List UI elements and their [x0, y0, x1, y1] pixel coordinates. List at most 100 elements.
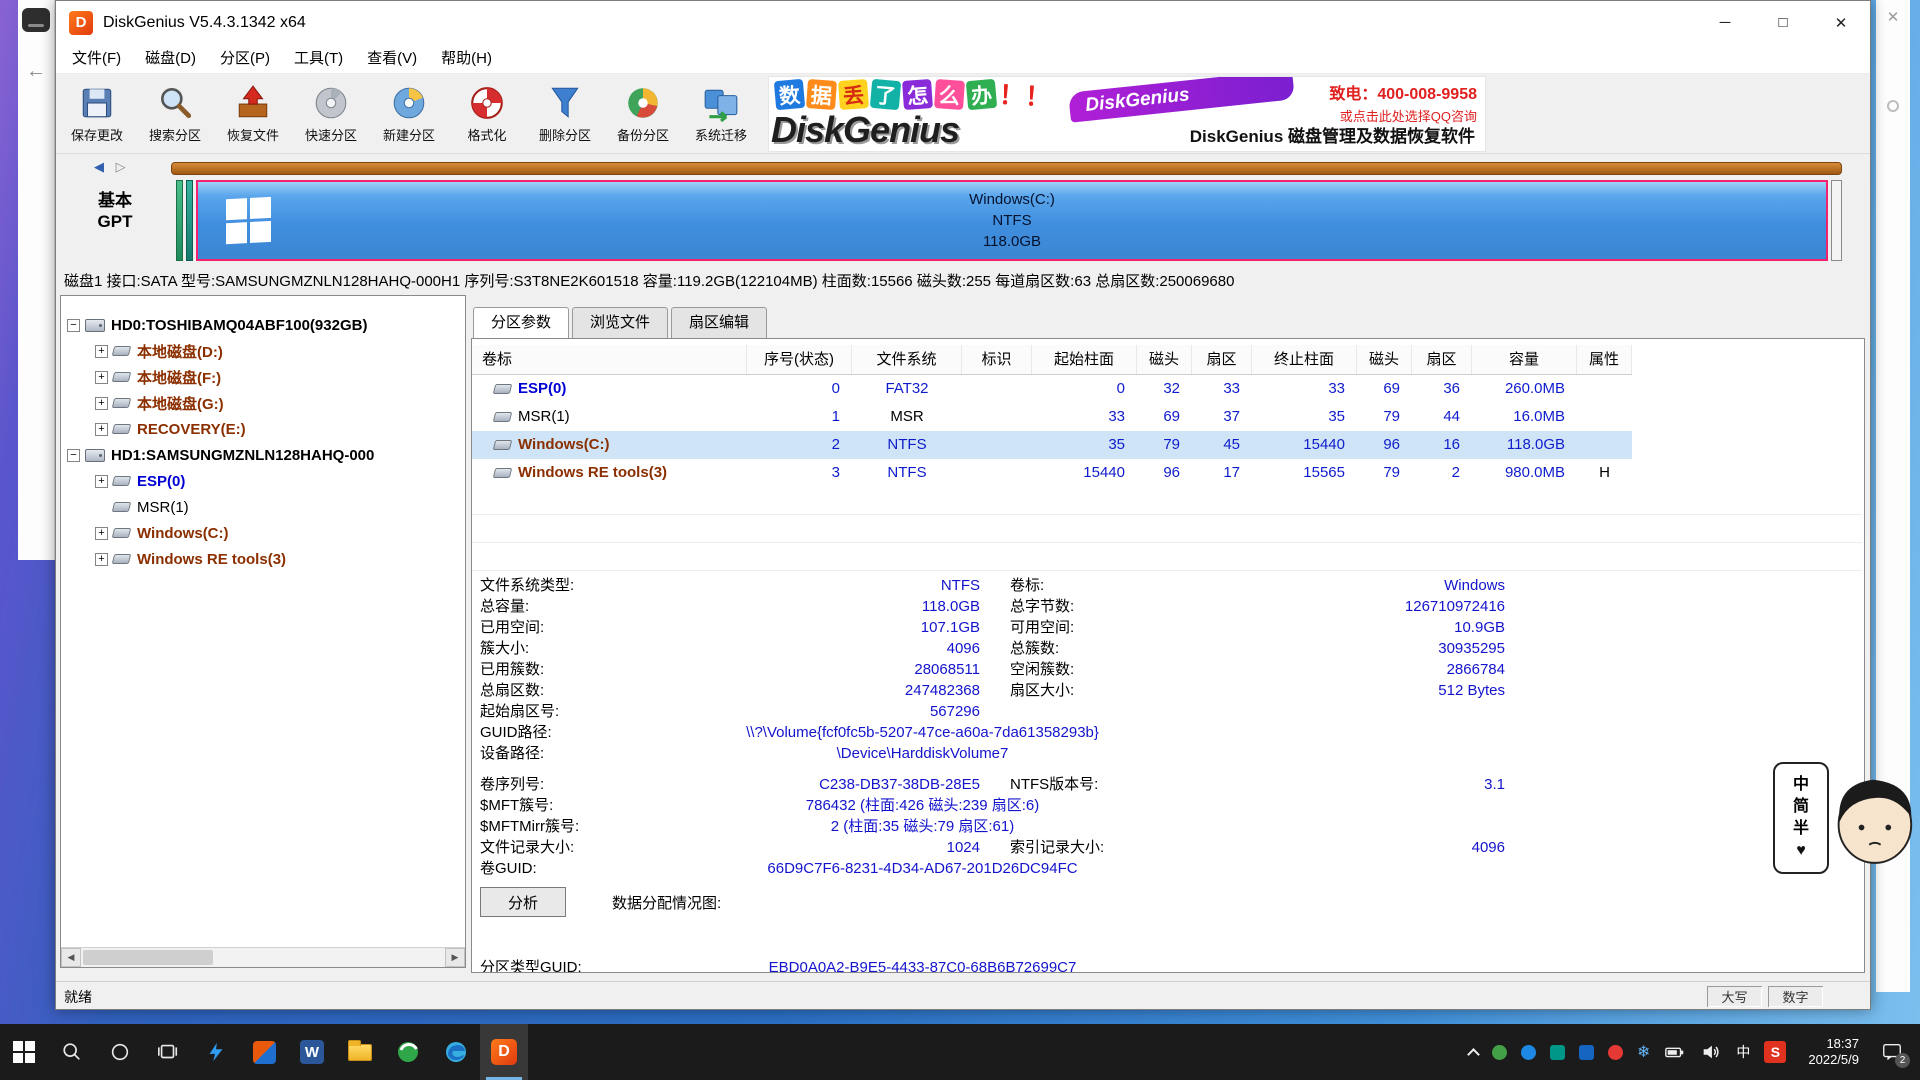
background-close-icon[interactable]: ✕ — [1876, 8, 1910, 26]
backup-partition-button[interactable]: 备份分区 — [604, 77, 682, 151]
expand-icon[interactable]: + — [95, 345, 108, 358]
taskbar-clock[interactable]: 18:37 2022/5/9 — [1793, 1024, 1874, 1080]
pinned-app-tile[interactable] — [240, 1024, 288, 1080]
quick-partition-button[interactable]: 快速分区 — [292, 77, 370, 151]
battery-indicator[interactable] — [1657, 1024, 1693, 1080]
pinned-app-green-browser[interactable] — [384, 1024, 432, 1080]
tray-app-4[interactable] — [1572, 1024, 1601, 1080]
task-view-button[interactable] — [144, 1024, 192, 1080]
tree-item-local-f[interactable]: + 本地磁盘(F:) — [61, 364, 465, 390]
numlock-indicator: 数字 — [1768, 986, 1823, 1007]
back-arrow-icon[interactable]: ← — [26, 60, 46, 83]
menu-file[interactable]: 文件(F) — [60, 44, 133, 74]
tray-snowflake[interactable]: ❄ — [1630, 1024, 1657, 1080]
menu-partition[interactable]: 分区(P) — [208, 44, 282, 74]
search-partition-button[interactable]: 搜索分区 — [136, 77, 214, 151]
taskbar-search-button[interactable] — [48, 1024, 96, 1080]
action-center-button[interactable]: 2 — [1874, 1024, 1910, 1080]
edge-button[interactable] — [432, 1024, 480, 1080]
system-migration-button[interactable]: 系统迁移 — [682, 77, 760, 151]
analyze-button[interactable]: 分析 — [480, 887, 566, 917]
recover-files-button[interactable]: 恢复文件 — [214, 77, 292, 151]
tree-item-msr[interactable]: MSR(1) — [61, 494, 465, 520]
tree-item-esp[interactable]: + ESP(0) — [61, 468, 465, 494]
cortana-button[interactable] — [96, 1024, 144, 1080]
close-button[interactable]: ✕ — [1812, 1, 1870, 44]
toolbar: 保存更改 搜索分区 恢复文件 快速分区 新建分区 格式化 — [56, 74, 1870, 154]
expand-icon[interactable]: + — [95, 397, 108, 410]
expand-icon[interactable]: + — [95, 423, 108, 436]
ime-toolbar[interactable]: 中 简 半 ♥ — [1773, 762, 1829, 874]
tree-item-local-g[interactable]: + 本地磁盘(G:) — [61, 390, 465, 416]
tray-app-2[interactable] — [1514, 1024, 1543, 1080]
ad-banner[interactable]: DiskGenius 数 据 丢 了 怎 么 办 ！！ DiskGenius 致… — [768, 76, 1486, 152]
menu-tools[interactable]: 工具(T) — [282, 44, 355, 74]
collapse-icon[interactable]: − — [67, 319, 80, 332]
tray-app-5[interactable] — [1601, 1024, 1630, 1080]
diskgenius-taskbar-button[interactable]: D — [480, 1024, 528, 1080]
scrollbar-thumb[interactable] — [83, 950, 213, 965]
expand-icon[interactable]: + — [95, 527, 108, 540]
table-row-esp[interactable]: ESP(0) 0 FAT32 0 32 33 33 69 36 260.0MB — [472, 375, 1632, 403]
scrollbar-track[interactable] — [81, 948, 445, 967]
ime-simplified-button[interactable]: 简 — [1793, 797, 1809, 817]
start-button[interactable] — [0, 1024, 48, 1080]
green-browser-icon — [396, 1040, 420, 1064]
tree-item-recovery-e[interactable]: + RECOVERY(E:) — [61, 416, 465, 442]
tree-item-windows-c[interactable]: + Windows(C:) — [61, 520, 465, 546]
tab-browse-files[interactable]: 浏览文件 — [572, 307, 668, 338]
ime-heart-icon[interactable]: ♥ — [1796, 841, 1806, 861]
tree-horizontal-scrollbar[interactable]: ◀ ▶ — [61, 947, 465, 967]
battery-icon — [1664, 1041, 1686, 1063]
format-button[interactable]: 格式化 — [448, 77, 526, 151]
next-disk-icon[interactable]: ▷ — [116, 159, 126, 174]
maximize-button[interactable]: □ — [1754, 1, 1812, 44]
tab-sector-edit[interactable]: 扇区编辑 — [671, 307, 767, 338]
menu-help[interactable]: 帮助(H) — [429, 44, 504, 74]
teal-app-icon — [1550, 1045, 1565, 1060]
tray-app-3[interactable] — [1543, 1024, 1572, 1080]
save-changes-button[interactable]: 保存更改 — [58, 77, 136, 151]
navy-app-icon — [1579, 1045, 1594, 1060]
scroll-right-icon[interactable]: ▶ — [445, 948, 465, 967]
expand-icon[interactable]: + — [95, 371, 108, 384]
tray-expand-button[interactable] — [1462, 1024, 1485, 1080]
tree-disk-hd1[interactable]: − HD1:SAMSUNGMZNLN128HAHQ-000 — [61, 442, 465, 468]
delete-partition-button[interactable]: 删除分区 — [526, 77, 604, 151]
tree-item-local-d[interactable]: + 本地磁盘(D:) — [61, 338, 465, 364]
recovery-partition-sliver[interactable] — [1831, 180, 1842, 261]
expand-icon[interactable]: + — [95, 475, 108, 488]
collapse-icon[interactable]: − — [67, 449, 80, 462]
tab-partition-params[interactable]: 分区参数 — [473, 307, 569, 339]
tree-item-windows-re[interactable]: + Windows RE tools(3) — [61, 546, 465, 572]
ime-lang-button[interactable]: 中 — [1793, 775, 1809, 795]
green-app-icon — [1492, 1045, 1507, 1060]
table-row-msr[interactable]: MSR(1) 1 MSR 33 69 37 35 79 44 16.0MB — [472, 403, 1632, 431]
prev-disk-icon[interactable]: ◀ — [94, 159, 104, 174]
msr-partition-sliver[interactable] — [186, 180, 193, 261]
menu-disk[interactable]: 磁盘(D) — [133, 44, 208, 74]
pinned-app-word[interactable]: W — [288, 1024, 336, 1080]
expand-icon[interactable]: + — [95, 553, 108, 566]
language-indicator[interactable]: 中 — [1729, 1024, 1757, 1080]
scroll-left-icon[interactable]: ◀ — [61, 948, 81, 967]
minimize-button[interactable]: ─ — [1696, 1, 1754, 44]
tree-disk-hd0[interactable]: − HD0:TOSHIBAMQ04ABF100(932GB) — [61, 312, 465, 338]
table-row-windows-re[interactable]: Windows RE tools(3) 3 NTFS 15440 96 17 1… — [472, 459, 1632, 487]
windows-c-partition-block[interactable]: Windows(C:) NTFS 118.0GB — [196, 180, 1828, 261]
pinned-app-lightning[interactable] — [192, 1024, 240, 1080]
table-row-windows-c-selected[interactable]: Windows(C:) 2 NTFS 35 79 45 15440 96 16 … — [472, 431, 1632, 459]
menu-view[interactable]: 查看(V) — [355, 44, 429, 74]
file-explorer-button[interactable] — [336, 1024, 384, 1080]
new-partition-button[interactable]: 新建分区 — [370, 77, 448, 151]
esp-partition-sliver[interactable] — [176, 180, 183, 261]
tray-app-1[interactable] — [1485, 1024, 1514, 1080]
background-window-tab-icon — [22, 8, 50, 32]
ime-halfwidth-button[interactable]: 半 — [1793, 819, 1809, 839]
background-circle-icon — [1887, 100, 1899, 112]
allocation-map-label: 数据分配情况图: — [612, 892, 721, 913]
sogou-input-button[interactable]: S — [1757, 1024, 1793, 1080]
volume-indicator[interactable] — [1693, 1024, 1729, 1080]
volume-details: 文件系统类型:NTFS卷标:Windows 总容量:118.0GB总字节数:12… — [472, 575, 1864, 879]
titlebar: D DiskGenius V5.4.3.1342 x64 ─ □ ✕ — [56, 1, 1870, 44]
